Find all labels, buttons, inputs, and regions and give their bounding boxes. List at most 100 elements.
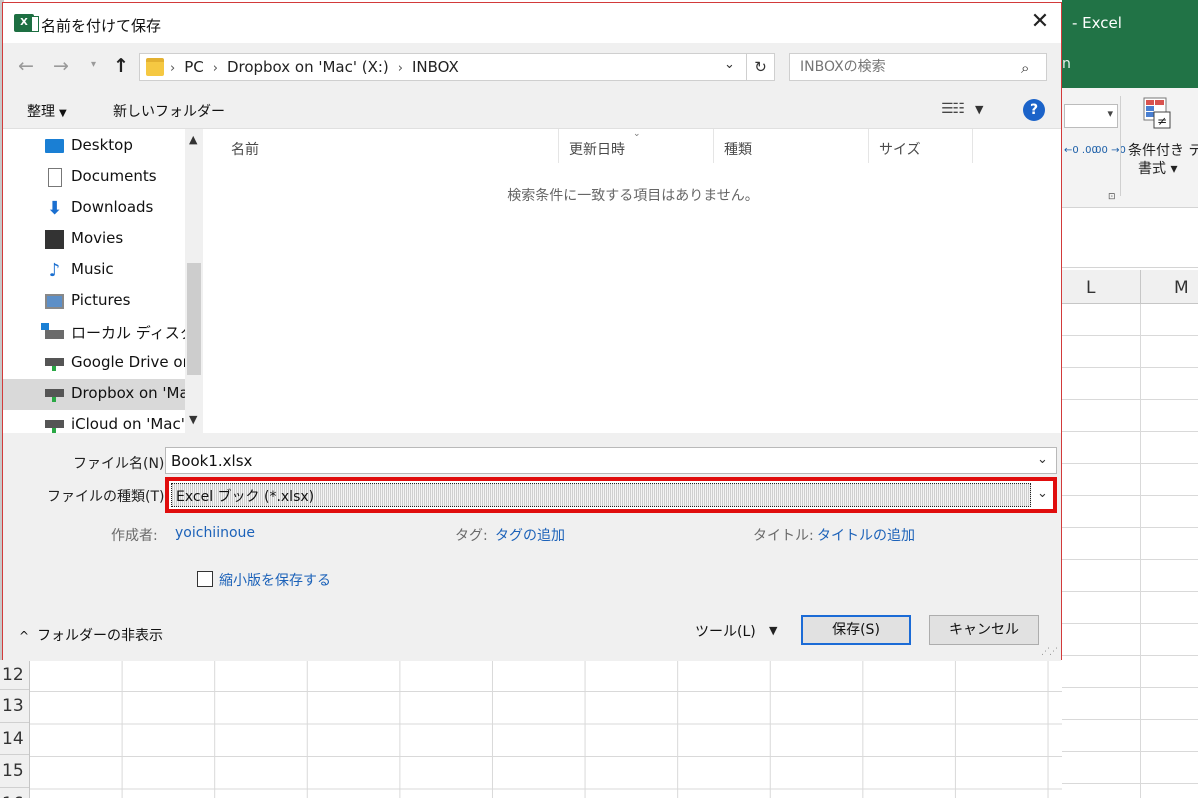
sidebar-item-movies[interactable]: Movies bbox=[3, 224, 185, 255]
save-button[interactable]: 保存(S) bbox=[801, 615, 911, 645]
sidebar-item-label: iCloud on 'Mac' bbox=[71, 415, 185, 433]
up-arrow-icon[interactable]: ↑ bbox=[113, 55, 129, 77]
filename-label: ファイル名(N): bbox=[73, 456, 170, 472]
organize-button[interactable]: 整理 ▼ bbox=[27, 101, 67, 121]
column-header-label: 名前 bbox=[231, 142, 259, 158]
sidebar-item-documents[interactable]: Documents bbox=[3, 162, 185, 193]
excel-number-format-dropdown[interactable] bbox=[1064, 104, 1118, 128]
sidebar-item-downloads[interactable]: ⬇ Downloads bbox=[3, 193, 185, 224]
cond-format-label-line2: 書式 ▾ bbox=[1138, 161, 1178, 177]
resize-grip-icon[interactable]: ⋰⋰ bbox=[1041, 647, 1058, 657]
tools-dropdown-icon[interactable]: ▼ bbox=[769, 624, 777, 637]
row-header[interactable]: 12 bbox=[0, 660, 29, 690]
sort-indicator-icon: ⌄ bbox=[633, 129, 641, 139]
excel-formula-bar[interactable] bbox=[1062, 208, 1198, 268]
row-header[interactable]: 14 bbox=[0, 723, 29, 755]
breadcrumb-inbox[interactable]: INBOX bbox=[412, 58, 459, 76]
tools-button[interactable]: ツール(L) bbox=[695, 621, 756, 641]
add-title-link[interactable]: タイトルの追加 bbox=[817, 525, 915, 545]
search-input[interactable] bbox=[789, 53, 1047, 81]
column-header-l[interactable]: L bbox=[1086, 278, 1095, 298]
sidebar-scrollbar[interactable]: ▲ ▼ bbox=[185, 129, 203, 433]
tags-label: タグ: bbox=[455, 528, 488, 544]
column-header-type[interactable]: 種類 bbox=[714, 129, 869, 163]
breadcrumb-separator[interactable]: › bbox=[398, 61, 403, 76]
view-options-icon[interactable]: ☰☷ bbox=[941, 101, 965, 117]
filetype-select[interactable]: Excel ブック (*.xlsx) ⌄ bbox=[165, 477, 1057, 513]
address-dropdown-icon[interactable]: ⌄ bbox=[724, 57, 735, 72]
excel-ribbon-tabs: n bbox=[1062, 48, 1198, 88]
add-tag-link[interactable]: タグの追加 bbox=[495, 525, 565, 545]
excel-cell-grid[interactable] bbox=[1062, 304, 1198, 798]
save-as-dialog: X 名前を付けて保存 ✕ ← → ▾ ↑ › PC › Dropbox on 'Mac… bbox=[2, 2, 1062, 661]
folder-icon bbox=[146, 58, 164, 76]
row-header[interactable]: 15 bbox=[0, 755, 29, 788]
author-value[interactable]: yoichiinoue bbox=[175, 525, 255, 541]
excel-title: - Excel bbox=[1072, 14, 1122, 32]
breadcrumb-dropbox[interactable]: Dropbox on 'Mac' (X:) bbox=[227, 58, 389, 76]
excel-titlebar: - Excel bbox=[1062, 0, 1198, 48]
breadcrumb-separator[interactable]: › bbox=[213, 61, 218, 76]
sidebar-item-dropbox[interactable]: Dropbox on 'Ma bbox=[3, 379, 185, 410]
recent-locations-icon[interactable]: ▾ bbox=[91, 59, 96, 70]
scroll-up-icon[interactable]: ▲ bbox=[189, 133, 197, 146]
column-header-name[interactable]: 名前 bbox=[205, 129, 559, 163]
save-thumbnail-checkbox[interactable] bbox=[197, 571, 213, 587]
view-dropdown-icon[interactable]: ▼ bbox=[975, 103, 983, 116]
excel-cell-grid-bottom[interactable] bbox=[0, 660, 1062, 798]
row-header[interactable]: 16 bbox=[0, 788, 29, 798]
excel-tab-fragment[interactable]: n bbox=[1062, 56, 1071, 72]
refresh-icon[interactable]: ↻ bbox=[746, 54, 774, 80]
sidebar-item-label: Desktop bbox=[71, 136, 133, 154]
column-divider bbox=[1140, 270, 1141, 304]
filetype-dropdown-icon[interactable]: ⌄ bbox=[1037, 486, 1048, 501]
sidebar-item-label: Documents bbox=[71, 167, 157, 185]
excel-row-headers: 12 13 14 15 16 bbox=[0, 660, 30, 798]
save-thumbnail-label[interactable]: 縮小版を保存する bbox=[219, 570, 331, 590]
address-row: ← → ▾ ↑ › PC › Dropbox on 'Mac' (X:) › INBOX … bbox=[3, 43, 1061, 91]
forward-arrow-icon[interactable]: → bbox=[53, 55, 69, 77]
address-bar[interactable]: › PC › Dropbox on 'Mac' (X:) › INBOX ⌄ ↻ bbox=[139, 53, 775, 81]
file-list[interactable]: 名前 更新日時 ⌄ 種類 サイズ 検索条件に一致する項目はありません。 bbox=[205, 129, 1061, 433]
conditional-formatting-icon[interactable]: ≠ bbox=[1142, 96, 1172, 136]
hide-folders-label: フォルダーの非表示 bbox=[37, 628, 164, 644]
movie-icon bbox=[45, 230, 64, 249]
filename-input[interactable] bbox=[165, 447, 1057, 474]
pictures-icon bbox=[45, 294, 64, 309]
row-header[interactable]: 13 bbox=[0, 690, 29, 723]
network-drive-icon bbox=[45, 389, 64, 402]
dialog-titlebar: X 名前を付けて保存 ✕ bbox=[3, 3, 1061, 43]
sidebar-item-desktop[interactable]: Desktop bbox=[3, 131, 185, 162]
filetype-label: ファイルの種類(T): bbox=[47, 489, 170, 505]
sidebar-item-pictures[interactable]: Pictures bbox=[3, 286, 185, 317]
conditional-formatting-button[interactable]: 条件付き テ 書式 ▾ bbox=[1128, 142, 1198, 178]
breadcrumb-separator[interactable]: › bbox=[170, 61, 175, 76]
sidebar-item-music[interactable]: ♪ Music bbox=[3, 255, 185, 286]
sidebar-item-label: Dropbox on 'Ma bbox=[71, 384, 185, 402]
close-button[interactable]: ✕ bbox=[1025, 9, 1055, 37]
new-folder-button[interactable]: 新しいフォルダー bbox=[113, 101, 225, 121]
dialog-title: 名前を付けて保存 bbox=[41, 17, 162, 35]
hide-folders-toggle[interactable]: ^ フォルダーの非表示 bbox=[19, 625, 163, 645]
ribbon-separator bbox=[1120, 96, 1121, 196]
sidebar-item-label: ローカル ディスク (C bbox=[71, 324, 185, 342]
sidebar-item-label: Movies bbox=[71, 229, 124, 247]
search-icon[interactable]: ⌕ bbox=[1021, 59, 1029, 77]
save-options-panel: ファイル名(N): ⌄ ファイルの種類(T): Excel ブック (*.xls… bbox=[3, 433, 1061, 661]
column-header-m[interactable]: M bbox=[1174, 278, 1189, 298]
sidebar-item-google-drive[interactable]: Google Drive on bbox=[3, 348, 185, 379]
network-drive-icon bbox=[45, 420, 64, 433]
sidebar-item-label: Pictures bbox=[71, 291, 131, 309]
cancel-button[interactable]: キャンセル bbox=[929, 615, 1039, 645]
sidebar-item-local-disk[interactable]: ローカル ディスク (C bbox=[3, 317, 185, 348]
filename-dropdown-icon[interactable]: ⌄ bbox=[1037, 452, 1048, 467]
document-icon bbox=[48, 168, 62, 187]
breadcrumb-pc[interactable]: PC bbox=[184, 58, 204, 76]
help-icon[interactable]: ? bbox=[1023, 99, 1045, 121]
scrollbar-thumb[interactable] bbox=[187, 263, 201, 375]
back-arrow-icon[interactable]: ← bbox=[18, 55, 34, 77]
column-header-size[interactable]: サイズ bbox=[869, 129, 973, 163]
scroll-down-icon[interactable]: ▼ bbox=[189, 413, 197, 426]
sidebar-item-icloud[interactable]: iCloud on 'Mac' bbox=[3, 410, 185, 433]
dialog-launcher-icon[interactable]: ⊡ bbox=[1108, 192, 1116, 202]
